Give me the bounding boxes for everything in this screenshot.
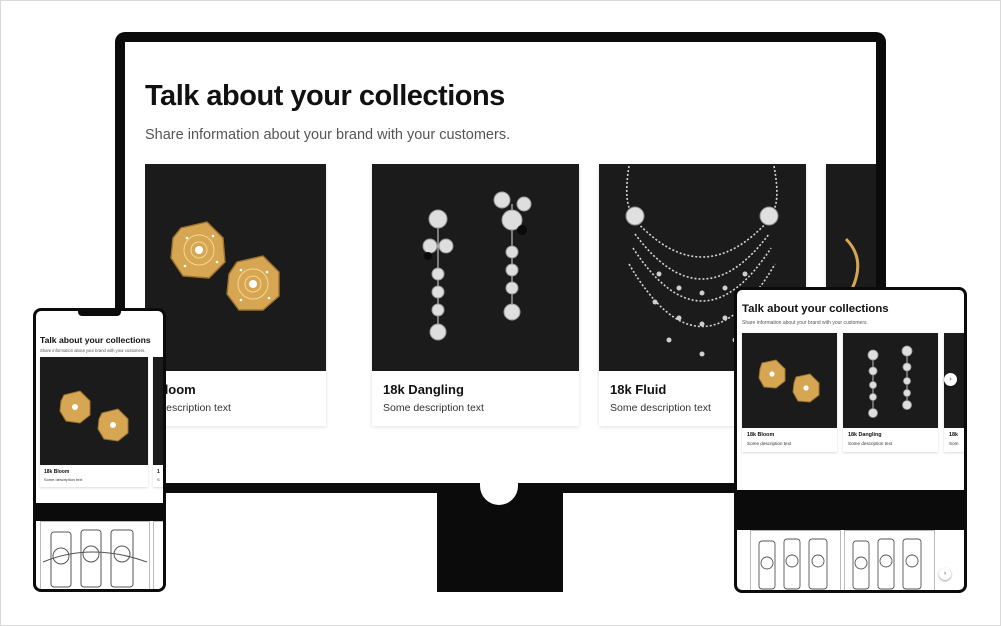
card-description: Some description text (383, 402, 484, 414)
collection-card[interactable]: 18k Dangling Some description text (372, 164, 579, 426)
collection-card[interactable]: 18k Bloom Some description text (40, 357, 148, 487)
card-title: 1 (157, 469, 160, 475)
card-description: Some description text (44, 477, 83, 482)
card-title: 18k Bloom (44, 469, 70, 475)
card-title: 18k Fluid (610, 382, 667, 397)
card-title: 18k (949, 432, 958, 438)
section-divider-band (36, 503, 163, 521)
card-image-rose-earrings (145, 164, 326, 371)
tablet: Talk about your collections Share inform… (734, 287, 967, 593)
collection-card[interactable]: 18k Dangling Some description text (843, 333, 938, 452)
section-divider-band (737, 490, 964, 530)
card-image-drop-earrings (843, 333, 938, 428)
watch-collection-card[interactable] (40, 521, 150, 589)
card-description: Some description text (848, 441, 893, 446)
carousel-next-button[interactable]: › (939, 568, 951, 580)
card-image-rose-earrings (742, 333, 837, 428)
section-subtitle: Share information about your brand with … (40, 348, 146, 353)
tablet-screen: Talk about your collections Share inform… (737, 290, 964, 590)
watch-collection-card[interactable] (844, 530, 935, 590)
card-image-drop-earrings (372, 164, 579, 371)
collection-card[interactable]: 18k Bloom Some description text (145, 164, 326, 426)
collection-card[interactable]: 18k Bloom Some description text (742, 333, 837, 452)
card-title: 18k Dangling (848, 432, 882, 438)
chevron-right-icon: › (949, 376, 952, 383)
watch-collection-card-peek[interactable] (153, 521, 163, 589)
card-description: Some description text (747, 441, 792, 446)
section-title: Talk about your collections (40, 335, 151, 345)
phone-notch (78, 311, 121, 316)
collection-card-peek[interactable]: 18k Som (944, 333, 964, 452)
watch-collection-card[interactable] (750, 530, 841, 590)
card-image-rose-earrings (40, 357, 148, 465)
section-title: Talk about your collections (145, 80, 505, 112)
card-description: Som (949, 441, 959, 446)
mobile-phone: Talk about your collections Share inform… (33, 308, 166, 592)
monitor-stand (437, 492, 563, 592)
card-title: 18k Bloom (747, 432, 775, 438)
carousel-next-button[interactable]: › (944, 373, 957, 386)
section-title: Talk about your collections (742, 303, 889, 315)
card-description: S (157, 477, 160, 482)
chevron-right-icon: › (944, 571, 946, 577)
section-subtitle: Share information about your brand with … (145, 127, 511, 143)
section-subtitle: Share information about your brand with … (742, 320, 868, 326)
card-image-peek (153, 357, 163, 465)
card-title: 18k Dangling (383, 382, 464, 397)
collection-card-peek[interactable]: 1 S (153, 357, 163, 487)
phone-screen: Talk about your collections Share inform… (36, 311, 163, 589)
card-description: Some description text (610, 402, 711, 414)
